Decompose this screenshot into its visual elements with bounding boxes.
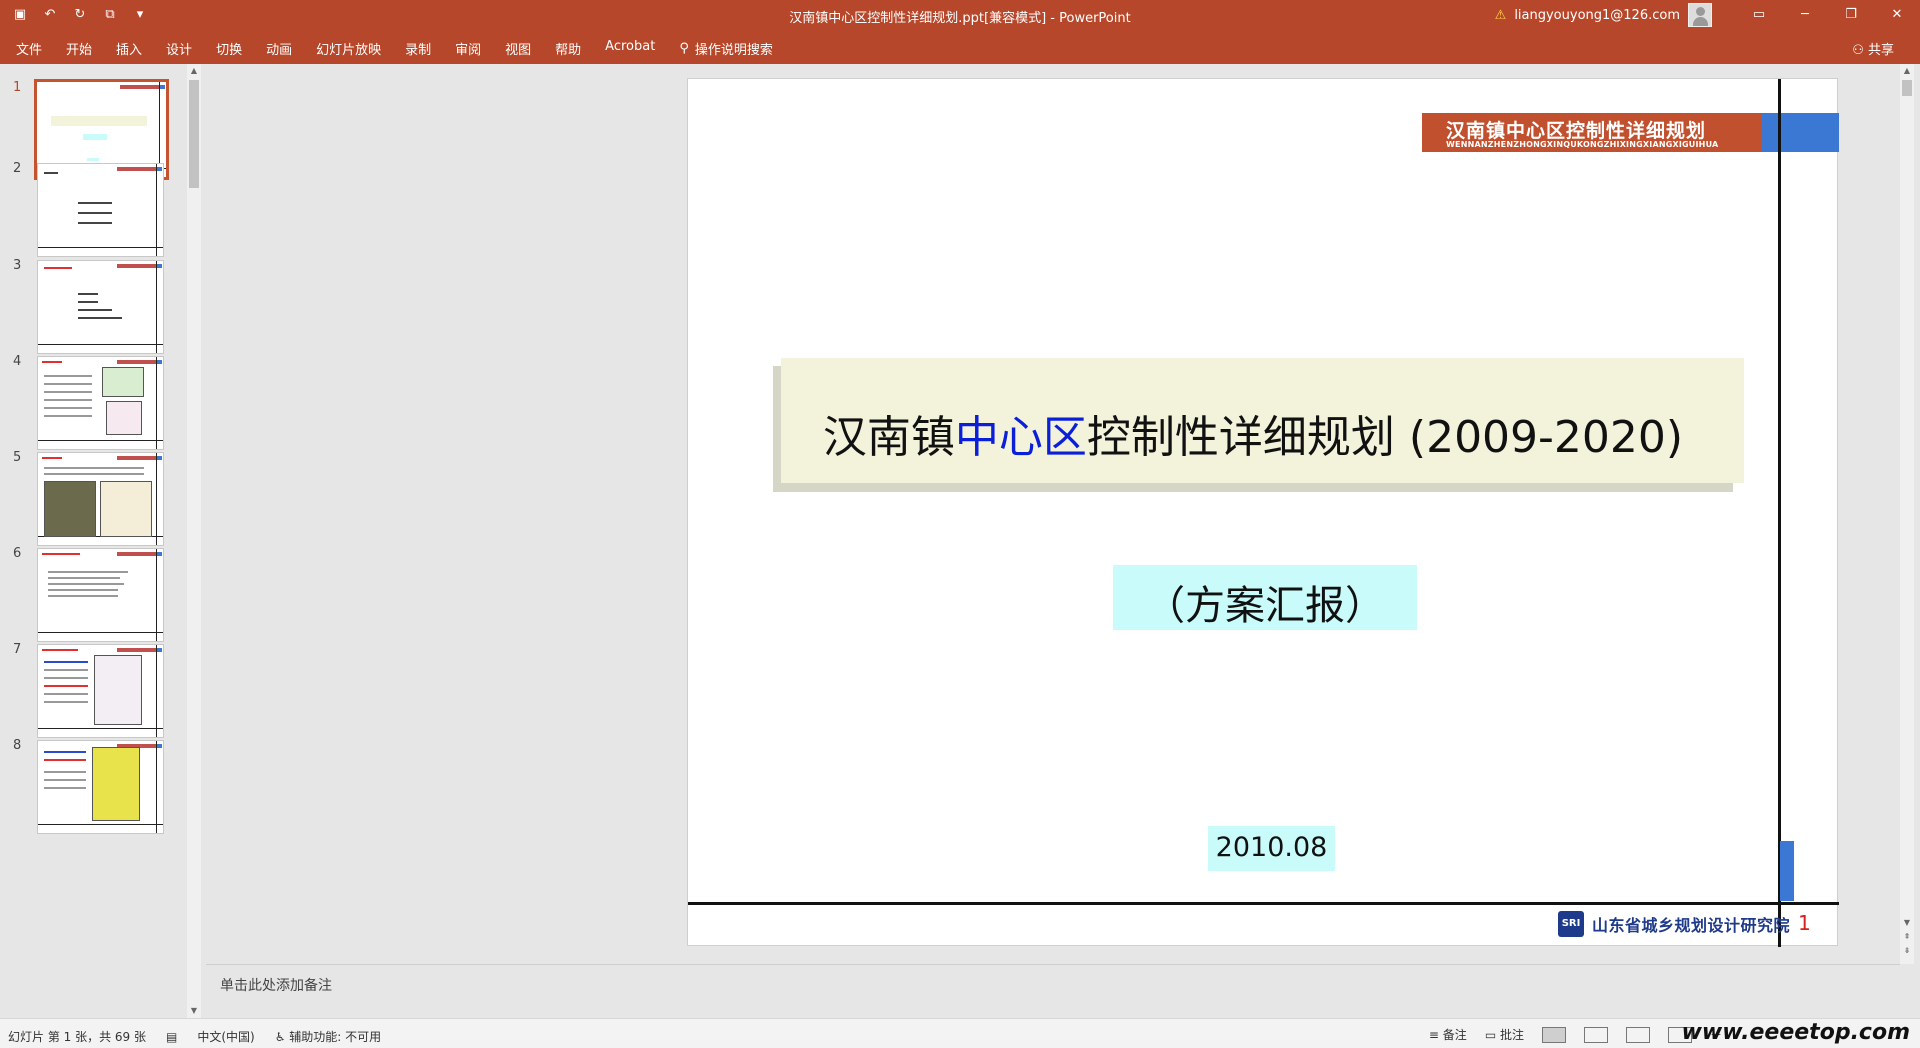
previous-slide-icon[interactable]: ⇞ bbox=[1900, 930, 1914, 944]
accessibility-icon: ♿ bbox=[274, 1030, 286, 1044]
page-number: 1 bbox=[1798, 911, 1811, 935]
tab-review[interactable]: 审阅 bbox=[455, 39, 481, 58]
thumbnail-card[interactable] bbox=[37, 260, 164, 354]
thumbnail-card[interactable] bbox=[37, 452, 164, 546]
bottom-rule bbox=[688, 902, 1839, 905]
tab-design[interactable]: 设计 bbox=[166, 39, 192, 58]
thumbnail-slide-5[interactable]: 5 bbox=[0, 450, 180, 560]
lightbulb-icon: ⚲ bbox=[679, 41, 689, 56]
thumbnail-slide-7[interactable]: 7 bbox=[0, 642, 180, 752]
accessibility-label: 辅助功能: 不可用 bbox=[289, 1030, 382, 1044]
thumbnail-number: 2 bbox=[13, 161, 22, 176]
notes-pane[interactable]: 单击此处添加备注 bbox=[206, 964, 1900, 1018]
scroll-down-icon[interactable]: ▼ bbox=[187, 1004, 201, 1018]
current-slide[interactable]: 汉南镇中心区控制性详细规划 WENNANZHENZHONGXINQUKONGZH… bbox=[687, 78, 1839, 947]
watermark: www.eeeetop.com bbox=[1681, 1020, 1910, 1045]
thumbnail-number: 1 bbox=[13, 80, 22, 95]
avatar[interactable] bbox=[1688, 3, 1712, 27]
vertical-rule bbox=[1778, 79, 1781, 947]
tab-slideshow[interactable]: 幻灯片放映 bbox=[316, 39, 381, 58]
notes-label: 备注 bbox=[1442, 1028, 1467, 1042]
institute-logo-icon: SRI bbox=[1558, 911, 1584, 937]
minimize-button[interactable]: ─ bbox=[1782, 0, 1828, 30]
share-button[interactable]: ⚇ 共享 bbox=[1852, 39, 1894, 58]
slide-counter: 幻灯片 第 1 张，共 69 张 bbox=[8, 1030, 146, 1044]
thumbnail-number: 7 bbox=[13, 642, 22, 657]
comments-label: 批注 bbox=[1499, 1028, 1524, 1042]
language-indicator[interactable]: 中文(中国) bbox=[197, 1028, 254, 1045]
thumbnail-slide-3[interactable]: 3 bbox=[0, 258, 180, 368]
slide-thumbnails-pane: 1 2 3 4 5 6 7 8 ▲ ▼ bbox=[0, 64, 201, 1018]
institute-name: 山东省城乡规划设计研究院 bbox=[1592, 916, 1791, 935]
ribbon-tabs: 文件 开始 插入 设计 切换 动画 幻灯片放映 录制 审阅 视图 帮助 Acro… bbox=[0, 30, 1920, 64]
user-email[interactable]: liangyouyong1@126.com bbox=[1514, 8, 1680, 23]
thumbnails-scrollbar[interactable]: ▲ ▼ bbox=[187, 64, 201, 1018]
person-icon: ⚇ bbox=[1852, 43, 1864, 58]
scrollbar-thumb[interactable] bbox=[189, 80, 199, 188]
tab-help[interactable]: 帮助 bbox=[555, 39, 581, 58]
title-part: 汉南镇 bbox=[822, 412, 955, 463]
tab-file[interactable]: 文件 bbox=[16, 39, 42, 58]
banner-title: 汉南镇中心区控制性详细规划 bbox=[1446, 120, 1707, 142]
warning-icon: ⚠ bbox=[1494, 7, 1507, 23]
status-bar: 幻灯片 第 1 张，共 69 张 ▤ 中文(中国) ♿ 辅助功能: 不可用 ≡ … bbox=[0, 1018, 1920, 1048]
scroll-up-icon[interactable]: ▲ bbox=[1900, 64, 1914, 78]
slide-editing-area: 汉南镇中心区控制性详细规划 WENNANZHENZHONGXINQUKONGZH… bbox=[206, 64, 1914, 964]
thumbnail-slide-6[interactable]: 6 bbox=[0, 546, 180, 656]
header-banner: 汉南镇中心区控制性详细规划 WENNANZHENZHONGXINQUKONGZH… bbox=[1422, 113, 1761, 152]
slide-scrollbar[interactable]: ▲ ▼ ⇞ ⇟ bbox=[1900, 64, 1914, 964]
slide-sorter-view-button[interactable] bbox=[1583, 1026, 1608, 1043]
title-bar: ▣ ↶ ↻ ⧉ ▾ 汉南镇中心区控制性详细规划.ppt[兼容模式] - Powe… bbox=[0, 0, 1920, 30]
accessibility-status[interactable]: ♿ 辅助功能: 不可用 bbox=[275, 1028, 381, 1045]
notes-button[interactable]: ≡ 备注 bbox=[1429, 1026, 1467, 1043]
thumbnail-slide-8[interactable]: 8 bbox=[0, 738, 180, 848]
title-part: 控制性详细规划 (2009-2020) bbox=[1086, 412, 1684, 463]
next-slide-icon[interactable]: ⇟ bbox=[1900, 944, 1914, 958]
spelling-icon[interactable]: ▤ bbox=[166, 1030, 177, 1044]
banner-subtitle: WENNANZHENZHONGXINQUKONGZHIXINGXIANGXIGU… bbox=[1446, 140, 1719, 149]
thumbnail-slide-4[interactable]: 4 bbox=[0, 354, 180, 464]
thumbnail-card[interactable] bbox=[37, 644, 164, 738]
thumbnail-card[interactable] bbox=[37, 548, 164, 642]
thumbnail-number: 3 bbox=[13, 258, 22, 273]
slide-date[interactable]: 2010.08 bbox=[1208, 832, 1335, 863]
ribbon-display-options-button[interactable]: ▭ bbox=[1736, 0, 1782, 30]
footer-logo: SRI 山东省城乡规划设计研究院 bbox=[1558, 911, 1790, 937]
thumbnail-number: 8 bbox=[13, 738, 22, 753]
thumbnail-card[interactable] bbox=[37, 163, 164, 257]
scroll-up-icon[interactable]: ▲ bbox=[187, 64, 201, 78]
tab-record[interactable]: 录制 bbox=[405, 39, 431, 58]
thumbnail-number: 5 bbox=[13, 450, 22, 465]
slide-subtitle[interactable]: （方案汇报） bbox=[1113, 573, 1417, 631]
share-label: 共享 bbox=[1867, 43, 1894, 58]
scroll-down-icon[interactable]: ▼ bbox=[1900, 916, 1914, 930]
thumbnail-number: 4 bbox=[13, 354, 22, 369]
tab-transitions[interactable]: 切换 bbox=[216, 39, 242, 58]
comments-button[interactable]: ▭ 批注 bbox=[1485, 1026, 1524, 1043]
restore-button[interactable]: ❐ bbox=[1828, 0, 1874, 30]
tab-acrobat[interactable]: Acrobat bbox=[605, 39, 655, 58]
scrollbar-thumb[interactable] bbox=[1902, 80, 1912, 96]
title-highlight: 中心区 bbox=[954, 412, 1087, 463]
thumbnail-card[interactable] bbox=[37, 740, 164, 834]
tab-insert[interactable]: 插入 bbox=[116, 39, 142, 58]
tab-view[interactable]: 视图 bbox=[505, 39, 531, 58]
tab-animations[interactable]: 动画 bbox=[266, 39, 292, 58]
notes-placeholder[interactable]: 单击此处添加备注 bbox=[220, 975, 332, 995]
thumbnail-number: 6 bbox=[13, 546, 22, 561]
tell-me-label: 操作说明搜索 bbox=[694, 43, 773, 58]
blue-accent-bar bbox=[1780, 841, 1794, 901]
close-button[interactable]: ✕ bbox=[1874, 0, 1920, 30]
reading-view-button[interactable] bbox=[1625, 1026, 1650, 1043]
thumbnail-slide-2[interactable]: 2 bbox=[0, 161, 180, 271]
normal-view-button[interactable] bbox=[1541, 1026, 1566, 1043]
slide-title[interactable]: 汉南镇中心区控制性详细规划 (2009-2020) bbox=[773, 401, 1733, 465]
thumbnail-card[interactable] bbox=[37, 356, 164, 450]
tab-home[interactable]: 开始 bbox=[66, 39, 92, 58]
banner-accent bbox=[1761, 113, 1839, 152]
tell-me-search[interactable]: ⚲ 操作说明搜索 bbox=[679, 39, 773, 58]
